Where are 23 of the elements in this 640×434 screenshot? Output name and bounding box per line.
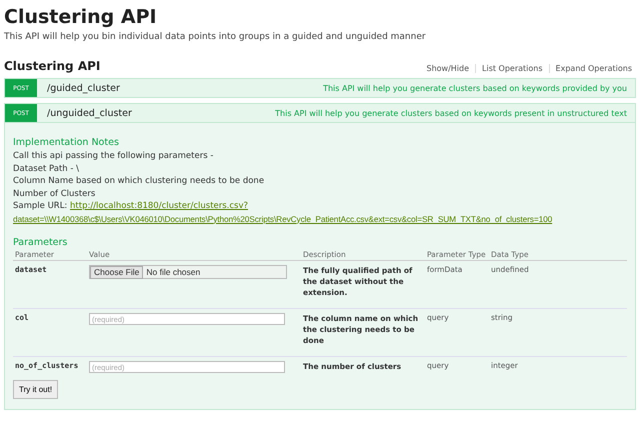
note-line: Dataset Path - \ — [13, 162, 80, 175]
section-heading: Implementation Notes — [13, 137, 120, 148]
sample-url-link[interactable]: http://localhost:8180/cluster/clusters.csv? — [70, 201, 248, 211]
sample-url-link[interactable]: dataset=\\W1400368\c$\Users\VK046010\Documents\Python%20Scripts\RevCycle_PatientAcc.csv&ext=csv&col=SR_SUM_TXT&no_of_clusters=100 — [13, 212, 627, 225]
page-description: This API will help you bin individual data points into groups in a guided and unguided manner — [4, 32, 427, 42]
file-input[interactable]: Choose File No file chosen — [89, 265, 287, 279]
resource-title[interactable]: Clustering API — [4, 59, 100, 73]
page-title: Clustering API — [4, 5, 158, 30]
try-it-out-button[interactable]: Try it out! — [13, 380, 58, 399]
file-status: No file chosen — [146, 267, 200, 277]
resource-link[interactable]: Show/Hide — [420, 64, 476, 73]
resource-link[interactable]: List Operations — [475, 64, 549, 73]
note-line: Call this api passing the following parameters - — [13, 150, 214, 162]
note-line: Number of Clusters — [13, 188, 96, 200]
operation-summary: This API will help you generate clusters based on keywords present in unstructured text — [275, 108, 628, 118]
operation-summary: This API will help you generate clusters based on keywords provided by you — [323, 84, 628, 92]
sample-url-label: Sample URL: — [13, 201, 68, 211]
note-line: Column Name based on which clustering needs to be done — [13, 175, 266, 188]
choose-file-button[interactable]: Choose File — [90, 266, 144, 278]
operation-path: /guided_cluster — [47, 82, 121, 94]
resource-link[interactable]: Expand Operations — [548, 64, 636, 73]
operation-path: /unguided_cluster — [47, 108, 133, 118]
section-heading: Parameters — [13, 237, 68, 248]
